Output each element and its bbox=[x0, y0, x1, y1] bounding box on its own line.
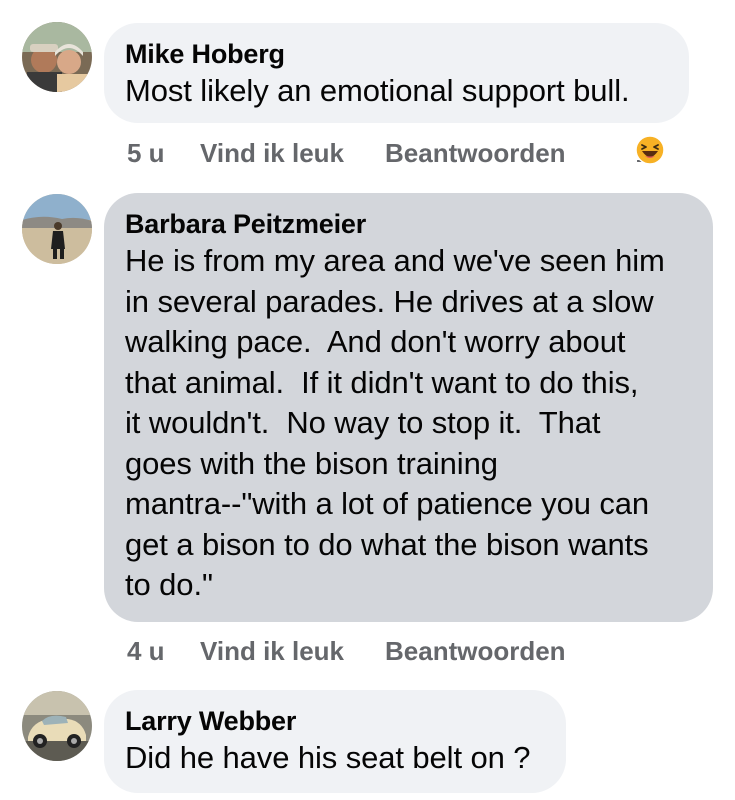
comment-timestamp[interactable]: 4 u bbox=[127, 633, 165, 669]
reply-button[interactable]: Beantwoorden bbox=[385, 135, 566, 171]
like-button[interactable]: Vind ik leuk bbox=[200, 135, 344, 171]
comment-bubble: Larry Webber Did he have his seat belt o… bbox=[104, 690, 566, 793]
like-button[interactable]: Vind ik leuk bbox=[200, 633, 344, 669]
comment-text: Most likely an emotional support bull. bbox=[125, 73, 630, 108]
comment-timestamp[interactable]: 5 u bbox=[127, 135, 165, 171]
reply-button[interactable]: Beantwoorden bbox=[385, 633, 566, 669]
comment-text: He is from my area and we've seen him in… bbox=[125, 243, 665, 602]
comment-author[interactable]: Mike Hoberg bbox=[125, 37, 667, 71]
avatar[interactable] bbox=[22, 691, 92, 761]
comment-actions: 4 u Vind ik leuk Beantwoorden bbox=[127, 633, 627, 669]
comment-text: Did he have his seat belt on ? bbox=[125, 740, 531, 775]
haha-emoji-icon bbox=[635, 135, 665, 165]
profile-photo-icon bbox=[22, 691, 92, 761]
comment-actions: 5 u Vind ik leuk Beantwoorden 1 bbox=[127, 135, 707, 171]
comment-author[interactable]: Barbara Peitzmeier bbox=[125, 207, 691, 241]
avatar[interactable] bbox=[22, 22, 92, 92]
profile-photo-icon bbox=[22, 194, 92, 264]
comment-bubble: Mike Hoberg Most likely an emotional sup… bbox=[104, 23, 689, 123]
profile-photo-icon bbox=[22, 22, 92, 92]
comment-bubble: Barbara Peitzmeier He is from my area an… bbox=[104, 193, 713, 622]
comment-author[interactable]: Larry Webber bbox=[125, 704, 544, 738]
avatar[interactable] bbox=[22, 194, 92, 264]
